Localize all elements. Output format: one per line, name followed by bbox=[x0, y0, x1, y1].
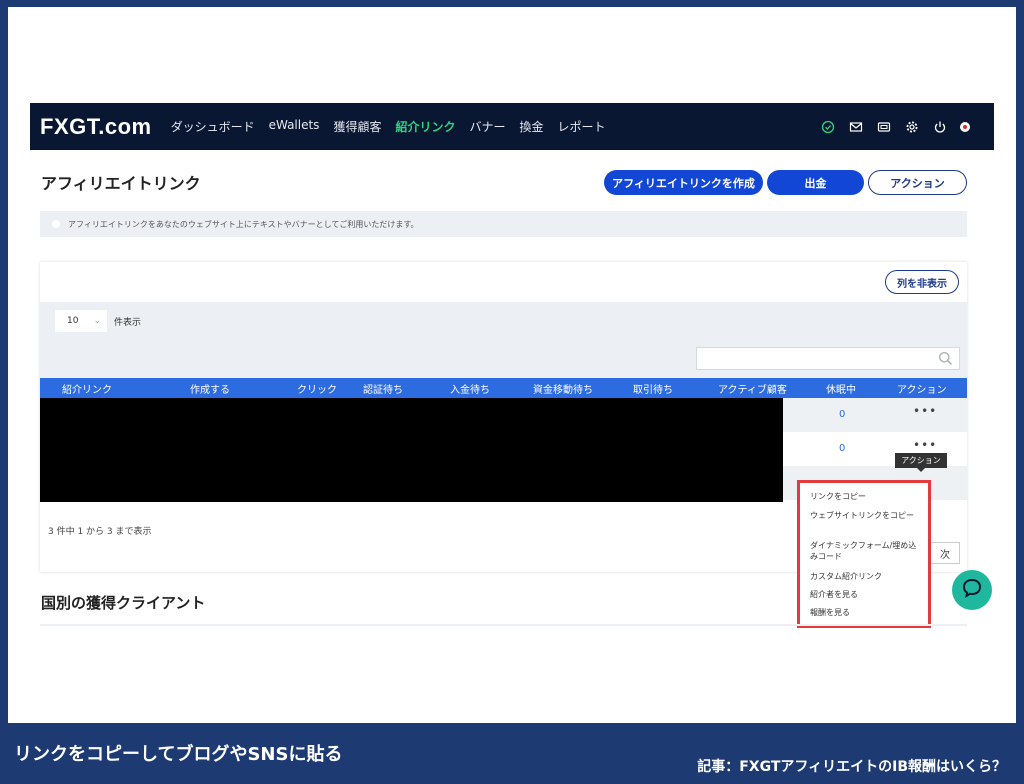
menu-item-view-referrals[interactable]: 紹介者を見る bbox=[810, 589, 922, 600]
menu-item-custom-referral-link[interactable]: カスタム紹介リンク bbox=[810, 571, 922, 582]
nav-item-ewallets[interactable]: eWallets bbox=[269, 118, 320, 135]
col-active-clients[interactable]: アクティブ顧客 bbox=[718, 381, 787, 396]
next-page-button[interactable]: 次 bbox=[930, 542, 960, 564]
hide-columns-button[interactable]: 列を非表示 bbox=[885, 270, 959, 294]
col-pending-verification[interactable]: 認証待ち bbox=[363, 381, 403, 396]
nav-menu: ダッシュボード eWallets 獲得顧客 紹介リンク バナー 換金 レポート bbox=[164, 118, 613, 135]
chat-icon bbox=[961, 577, 983, 603]
nav-item-clients[interactable]: 獲得顧客 bbox=[333, 118, 381, 135]
per-page-value: 10 bbox=[67, 316, 79, 326]
col-pending-transfer[interactable]: 資金移動待ち bbox=[533, 381, 593, 396]
info-text: アフィリエイトリンクをあなたのウェブサイト上にテキストやバナーとしてご利用いただ… bbox=[68, 219, 419, 229]
nav-item-withdrawal[interactable]: 換金 bbox=[519, 118, 543, 135]
col-referral-link[interactable]: 紹介リンク bbox=[62, 381, 112, 396]
power-icon[interactable] bbox=[932, 119, 948, 135]
chevron-down-icon: ⌄ bbox=[93, 316, 101, 326]
country-clients-heading: 国別の獲得クライアント bbox=[41, 594, 206, 612]
col-pending-deposit[interactable]: 入金待ち bbox=[450, 381, 490, 396]
withdraw-button[interactable]: 出金 bbox=[767, 170, 864, 195]
table-controls: 10 ⌄ 件表示 bbox=[40, 302, 967, 378]
nav-item-dashboard[interactable]: ダッシュボード bbox=[171, 118, 255, 135]
info-icon bbox=[52, 220, 60, 228]
pagination-info: 3 件中 1 から 3 まで表示 bbox=[48, 527, 152, 537]
chat-support-button[interactable] bbox=[952, 570, 992, 610]
nav-item-banners[interactable]: バナー bbox=[469, 118, 505, 135]
table-row: 0 ••• bbox=[783, 398, 967, 432]
row-action-menu-button[interactable]: ••• bbox=[913, 404, 937, 418]
search-input[interactable] bbox=[696, 347, 960, 370]
caption-left: リンクをコピーしてブログやSNSに貼る bbox=[14, 744, 343, 765]
gear-icon[interactable] bbox=[904, 119, 920, 135]
top-navbar: FXGT.com ダッシュボード eWallets 獲得顧客 紹介リンク バナー… bbox=[30, 103, 994, 150]
per-page-select[interactable]: 10 ⌄ bbox=[55, 310, 107, 332]
create-affiliate-link-button[interactable]: アフィリエイトリンクを作成 bbox=[604, 170, 763, 195]
menu-item-copy-website-link[interactable]: ウェブサイトリンクをコピー bbox=[810, 510, 922, 521]
action-tooltip: アクション bbox=[895, 453, 947, 472]
fxgt-logo[interactable]: FXGT.com bbox=[40, 114, 152, 140]
per-page-label: 件表示 bbox=[114, 318, 142, 328]
row-action-menu-button[interactable]: ••• bbox=[913, 438, 937, 452]
dormant-count: 0 bbox=[839, 409, 846, 420]
caption-right: 記事：FXGTアフィリエイトのIB報酬はいくら？ bbox=[697, 759, 1006, 775]
nav-item-referral-links[interactable]: 紹介リンク bbox=[395, 118, 455, 135]
menu-item-copy-link[interactable]: リンクをコピー bbox=[810, 491, 922, 502]
col-clicks[interactable]: クリック bbox=[297, 381, 337, 396]
dormant-count: 0 bbox=[839, 443, 846, 454]
table-header: 紹介リンク 作成する クリック 認証待ち 入金待ち 資金移動待ち 取引待ち アク… bbox=[40, 378, 967, 398]
search-icon bbox=[938, 351, 953, 370]
row-action-dropdown: リンクをコピー ウェブサイトリンクをコピー ダイナミックフォーム/埋め込みコード… bbox=[797, 480, 931, 628]
menu-item-dynamic-form-embed[interactable]: ダイナミックフォーム/埋め込みコード bbox=[810, 540, 922, 562]
section-divider bbox=[40, 624, 967, 626]
nav-icon-group bbox=[820, 119, 970, 135]
col-created[interactable]: 作成する bbox=[190, 381, 230, 396]
col-pending-trade[interactable]: 取引待ち bbox=[633, 381, 673, 396]
wallet-icon[interactable] bbox=[876, 119, 892, 135]
action-button[interactable]: アクション bbox=[868, 170, 967, 195]
redacted-area bbox=[40, 398, 783, 502]
menu-item-view-rewards[interactable]: 報酬を見る bbox=[810, 607, 922, 618]
page-title: アフィリエイトリンク bbox=[41, 174, 201, 193]
nav-item-reports[interactable]: レポート bbox=[558, 118, 606, 135]
mail-icon[interactable] bbox=[848, 119, 864, 135]
col-action[interactable]: アクション bbox=[897, 381, 947, 396]
check-circle-icon[interactable] bbox=[820, 119, 836, 135]
info-bar: アフィリエイトリンクをあなたのウェブサイト上にテキストやバナーとしてご利用いただ… bbox=[40, 211, 967, 237]
col-dormant[interactable]: 休眠中 bbox=[826, 381, 856, 396]
flag-japan-icon[interactable] bbox=[960, 121, 970, 132]
